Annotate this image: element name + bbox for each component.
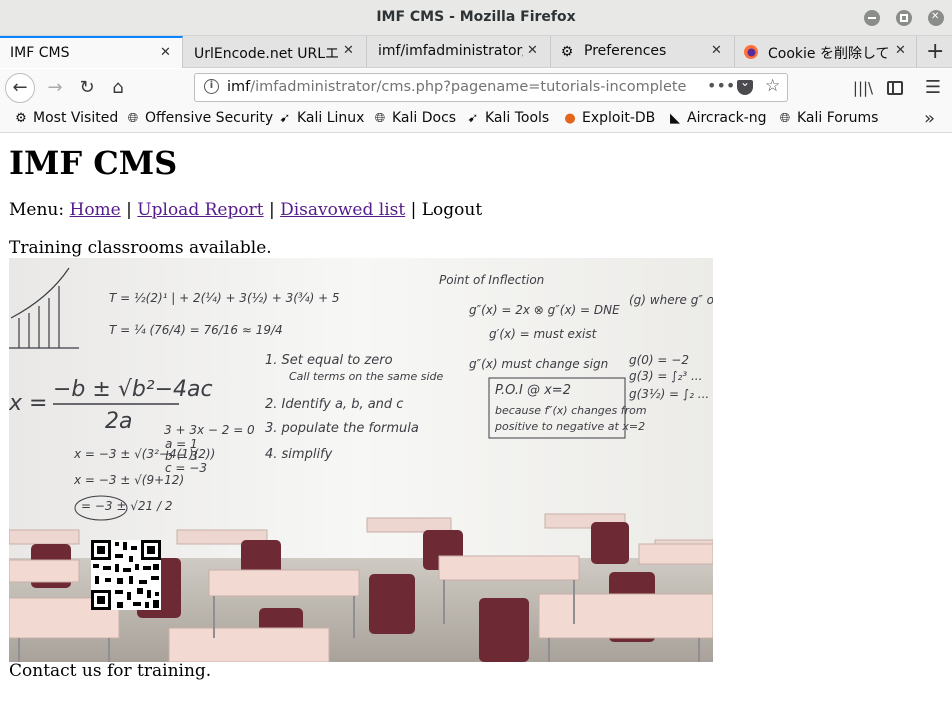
svg-text:because f″(x) changes from: because f″(x) changes from xyxy=(495,404,647,417)
bookmark-most-visited[interactable]: ⚙ Most Visited xyxy=(13,110,118,126)
intro-text: Training classrooms available. xyxy=(9,238,272,258)
tab-close-icon[interactable]: ✕ xyxy=(527,43,538,58)
classroom-image: T = ½(2)¹ | + 2(¼) + 3(½) + 3(¾) + 5 T =… xyxy=(9,258,713,662)
bookmarks-toolbar: ⚙ Most Visited 🌐︎ Offensive Security ➹ Kali… xyxy=(0,106,952,133)
page-actions-icon[interactable]: ••• xyxy=(707,76,735,95)
qr-code xyxy=(91,540,161,610)
tab-close-icon[interactable]: ✕ xyxy=(711,43,722,58)
bookmark-kali-linux[interactable]: ➹ Kali Linux xyxy=(277,110,365,126)
pocket-icon[interactable] xyxy=(737,75,753,95)
close-window-button[interactable] xyxy=(928,10,944,26)
tab-strip: IMF CMS ✕ UrlEncode.net URLエン ✕ imf/imfa… xyxy=(0,36,952,68)
svg-text:T = ½(2)¹ | + 2(¼) + 3(½) + 3(: T = ½(2)¹ | + 2(¼) + 3(½) + 3(¾) + 5 xyxy=(109,291,340,305)
svg-text:g″(x) must change sign: g″(x) must change sign xyxy=(469,357,608,371)
window-titlebar: IMF CMS - Mozilla Firefox xyxy=(0,0,952,36)
kali-dragon-icon: ➹ xyxy=(279,111,291,126)
kali-dragon-icon: ➹ xyxy=(467,111,479,126)
svg-text:g″(x) = 2x ⊗ g″(x) = DNE: g″(x) = 2x ⊗ g″(x) = DNE xyxy=(469,303,620,317)
tab-urlencode[interactable]: UrlEncode.net URLエン ✕ xyxy=(183,36,367,68)
gear-icon: ⚙ xyxy=(15,111,27,126)
library-icon[interactable]: |||\ xyxy=(848,73,878,103)
site-menu: Menu: Home | Upload Report | Disavowed l… xyxy=(9,200,482,220)
tab-label: IMF CMS xyxy=(10,45,70,61)
svg-text:g(3½) = ∫₂ ...: g(3½) = ∫₂ ... xyxy=(629,387,709,401)
globe-icon: 🌐︎ xyxy=(374,111,386,126)
tab-label: Cookie を削除して xyxy=(768,46,890,62)
svg-text:Call terms on the same side: Call terms on the same side xyxy=(289,370,444,383)
hamburger-menu-icon[interactable]: ☰ xyxy=(918,73,948,103)
menu-link-home[interactable]: Home xyxy=(70,200,121,220)
tab-close-icon[interactable]: ✕ xyxy=(160,45,171,60)
svg-text:Point of Inflection: Point of Inflection xyxy=(439,273,544,287)
tab-imf-cms[interactable]: IMF CMS ✕ xyxy=(0,36,183,68)
sidebar-icon[interactable] xyxy=(880,73,910,103)
svg-text:T = ¼ (76/4) = 76/16 ≈ 19/4: T = ¼ (76/4) = 76/16 ≈ 19/4 xyxy=(109,323,283,337)
bookmark-kali-tools[interactable]: ➹ Kali Tools xyxy=(465,110,550,126)
svg-text:g(3) = ∫₂³ ...: g(3) = ∫₂³ ... xyxy=(629,369,702,383)
svg-text:g(0) = −2: g(0) = −2 xyxy=(629,353,689,367)
exploitdb-icon: ● xyxy=(564,111,576,126)
svg-text:2a: 2a xyxy=(105,409,132,434)
menu-prefix: Menu: xyxy=(9,200,65,220)
back-button[interactable]: ← xyxy=(5,73,35,103)
svg-text:P.O.I @ x=2: P.O.I @ x=2 xyxy=(495,383,571,398)
url-bar[interactable]: i imf/imfadministrator/cms.php?pagename=… xyxy=(194,73,788,102)
tab-preferences[interactable]: ⚙ Preferences ✕ xyxy=(551,36,735,68)
menu-separator: | xyxy=(268,200,275,220)
tab-cookie[interactable]: Cookie を削除して ✕ xyxy=(735,36,917,68)
svg-text:4. simplify: 4. simplify xyxy=(265,447,333,462)
aircrack-icon: ◣ xyxy=(670,111,680,126)
url-text[interactable]: imf/imfadministrator/cms.php?pagename=tu… xyxy=(227,79,686,95)
tab-label: UrlEncode.net URLエン xyxy=(194,46,339,62)
tab-label: Preferences xyxy=(584,43,667,59)
bookmark-kali-docs[interactable]: 🌐︎ Kali Docs xyxy=(372,110,456,126)
svg-text:3. populate the formula: 3. populate the formula xyxy=(265,421,419,436)
minimize-button[interactable] xyxy=(864,10,880,26)
page-title: IMF CMS xyxy=(9,144,178,182)
menu-separator: | xyxy=(410,200,417,220)
menu-link-disavowed-list[interactable]: Disavowed list xyxy=(280,200,405,220)
svg-text:x =: x = xyxy=(9,391,47,416)
tab-close-icon[interactable]: ✕ xyxy=(343,43,354,58)
svg-text:1. Set equal to zero: 1. Set equal to zero xyxy=(265,353,393,368)
svg-text:x = −3 ± √(9+12): x = −3 ± √(9+12) xyxy=(73,473,184,487)
svg-text:2. Identify a, b, and c: 2. Identify a, b, and c xyxy=(265,397,403,412)
firefox-icon xyxy=(743,44,759,60)
window-title: IMF CMS - Mozilla Firefox xyxy=(376,9,576,25)
menu-separator: | xyxy=(126,200,132,220)
svg-text:positive to negative at x=2: positive to negative at x=2 xyxy=(494,420,645,433)
bookmark-kali-forums[interactable]: 🌐︎ Kali Forums xyxy=(777,110,879,126)
outro-text: Contact us for training. xyxy=(9,661,212,681)
svg-text:g′(x) = must exist: g′(x) = must exist xyxy=(489,327,598,341)
reload-button[interactable]: ↻ xyxy=(72,73,102,103)
svg-text:−b ± √b²−4ac: −b ± √b²−4ac xyxy=(53,377,213,402)
globe-icon: 🌐︎ xyxy=(779,111,791,126)
menu-logout: Logout xyxy=(421,200,483,220)
globe-icon: 🌐︎ xyxy=(127,111,139,126)
page-content: IMF CMS Menu: Home | Upload Report | Dis… xyxy=(0,134,952,717)
maximize-button[interactable] xyxy=(896,10,912,26)
home-button[interactable]: ⌂ xyxy=(103,73,133,103)
forward-button[interactable]: → xyxy=(40,73,70,103)
new-tab-button[interactable]: + xyxy=(926,39,944,64)
bookmarks-overflow-icon[interactable]: » xyxy=(924,108,935,129)
gear-icon: ⚙ xyxy=(560,44,574,60)
bookmark-aircrack-ng[interactable]: ◣ Aircrack-ng xyxy=(667,110,767,126)
tab-label: imf/imfadministrator/ xyxy=(378,43,523,59)
bookmark-offensive-security[interactable]: 🌐︎ Offensive Security xyxy=(125,110,273,126)
svg-text:c = −3: c = −3 xyxy=(165,461,207,475)
site-info-icon[interactable]: i xyxy=(204,79,219,94)
svg-text:3 + 3x − 2 = 0: 3 + 3x − 2 = 0 xyxy=(164,423,255,437)
bookmark-exploit-db[interactable]: ● Exploit-DB xyxy=(562,110,655,126)
tab-imfadministrator[interactable]: imf/imfadministrator/ ✕ xyxy=(367,36,551,68)
bookmark-star-icon[interactable]: ☆ xyxy=(765,76,780,96)
svg-text:(g) where g″ of goes: (g) where g″ of goes xyxy=(629,293,713,307)
navigation-toolbar: ← → ↻ ⌂ i imf/imfadministrator/cms.php?p… xyxy=(0,69,952,106)
tab-close-icon[interactable]: ✕ xyxy=(895,43,906,58)
menu-link-upload-report[interactable]: Upload Report xyxy=(137,200,263,220)
